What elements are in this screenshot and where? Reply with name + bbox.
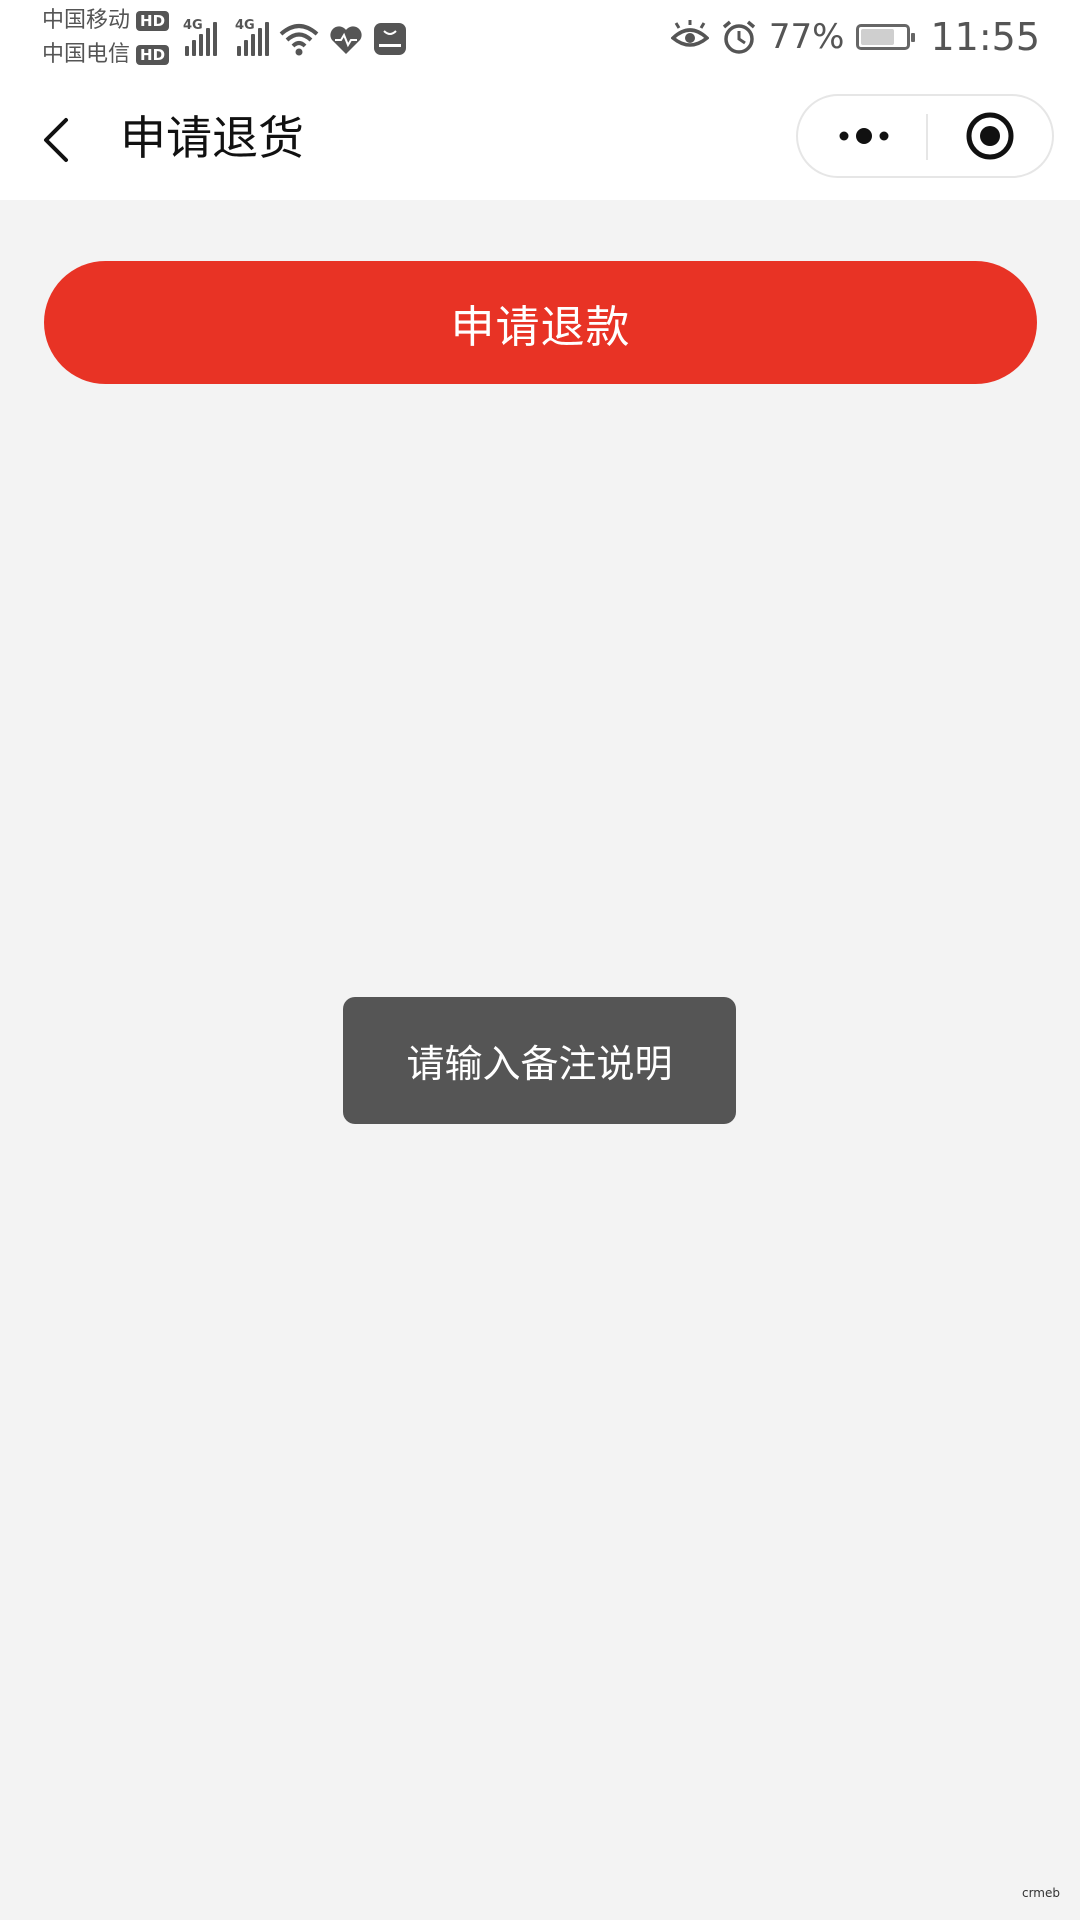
more-dots-icon [839,128,889,144]
battery-icon [856,24,916,50]
network-type-1: 4G [183,18,203,33]
capsule-divider [926,114,928,160]
carrier-info: 中国移动 HD 中国电信 HD [42,4,170,72]
hd-badge-2: HD [136,45,170,65]
network-type-2: 4G [235,18,255,33]
status-right: 77% 11:55 [670,12,1040,62]
wifi-icon [279,24,319,56]
signal-icon-2: 4G [235,18,269,56]
miniprogram-capsule [796,94,1054,178]
more-button[interactable] [822,106,906,166]
signal-icon-1: 4G [183,18,217,56]
battery-level [861,29,895,45]
carrier-name-2: 中国电信 [42,42,131,67]
huawei-app-icon [374,23,406,55]
apply-refund-button[interactable]: 申请退款 [44,261,1037,384]
carrier-name-1: 中国移动 [42,8,131,33]
target-close-icon [966,112,1014,160]
close-miniprogram-button[interactable] [948,106,1032,166]
network-icons: 4G 4G [183,14,407,56]
status-bar: 中国移动 HD 中国电信 HD 4G 4G 77% 11:55 [0,0,1080,80]
toast-message: 请输入备注说明 [343,997,736,1124]
clock: 11:55 [930,15,1040,59]
battery-percent: 77% [768,17,845,57]
carrier-row-2: 中国电信 HD [42,38,170,72]
back-button[interactable] [30,110,90,170]
health-icon [330,26,362,54]
eye-icon [670,20,709,47]
nav-bar: 申请退货 [0,80,1080,200]
page-title: 申请退货 [120,111,304,165]
alarm-icon [722,20,756,54]
carrier-row-1: 中国移动 HD [42,4,170,38]
hd-badge-1: HD [136,11,170,31]
chevron-left-icon [44,118,68,162]
watermark-logo: crmeb [1021,1886,1060,1900]
